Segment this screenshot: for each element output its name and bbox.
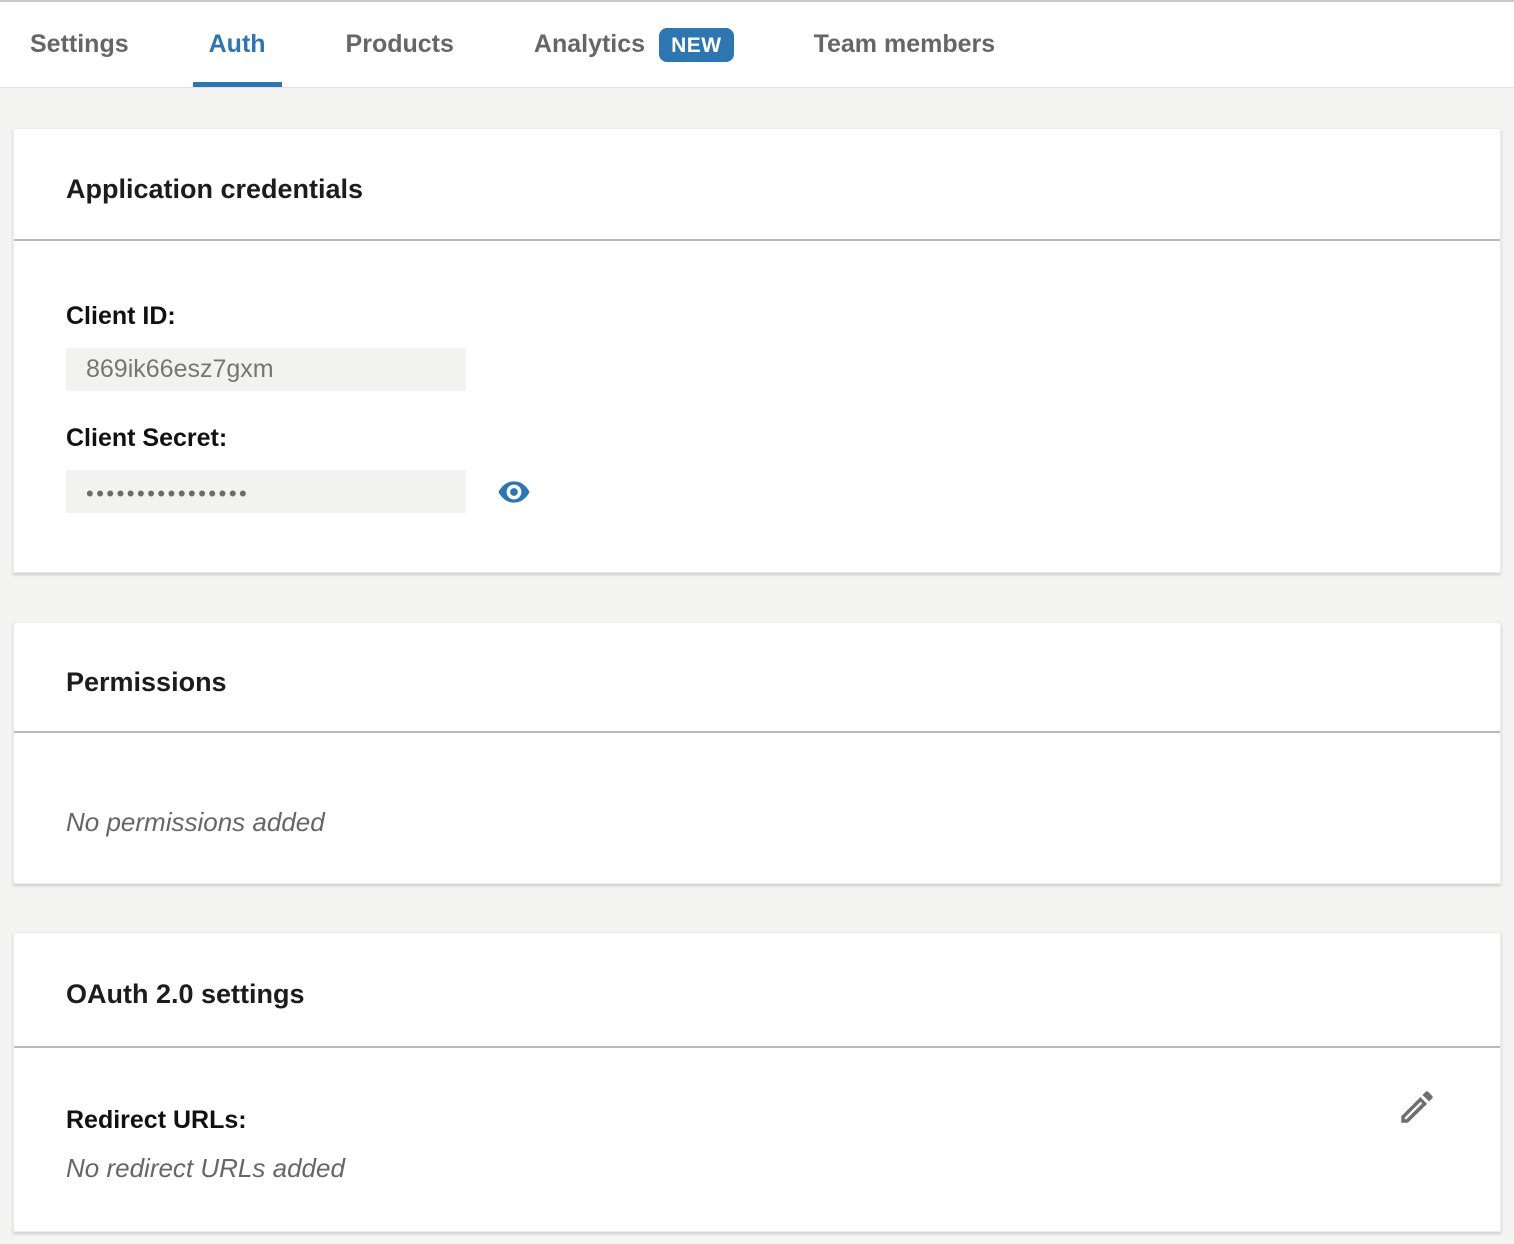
tab-analytics[interactable]: Analytics NEW bbox=[534, 2, 734, 87]
client-secret-field[interactable]: •••••••••••••••• bbox=[66, 470, 466, 513]
tab-settings[interactable]: Settings bbox=[30, 2, 129, 87]
tab-analytics-label: Analytics bbox=[534, 30, 645, 59]
tab-auth-label: Auth bbox=[209, 30, 266, 59]
oauth-settings-card: OAuth 2.0 settings Redirect URLs: No red… bbox=[13, 932, 1501, 1232]
oauth-settings-body: Redirect URLs: No redirect URLs added bbox=[14, 1048, 1500, 1184]
application-credentials-title: Application credentials bbox=[66, 174, 363, 205]
pencil-icon bbox=[1396, 1086, 1438, 1128]
permissions-card: Permissions No permissions added bbox=[13, 622, 1501, 884]
tab-products[interactable]: Products bbox=[346, 2, 454, 87]
oauth-settings-title: OAuth 2.0 settings bbox=[66, 979, 305, 1010]
application-credentials-header: Application credentials bbox=[14, 129, 1500, 241]
client-secret-label: Client Secret: bbox=[66, 424, 1448, 453]
application-credentials-card: Application credentials Client ID: 869ik… bbox=[13, 128, 1501, 573]
tab-team-members-label: Team members bbox=[814, 30, 996, 59]
permissions-header: Permissions bbox=[14, 623, 1500, 733]
new-badge: NEW bbox=[659, 28, 734, 62]
redirect-urls-group: Redirect URLs: No redirect URLs added bbox=[66, 1106, 345, 1184]
client-secret-row: •••••••••••••••• bbox=[66, 470, 1448, 513]
eye-icon bbox=[497, 475, 531, 509]
application-credentials-body: Client ID: 869ik66esz7gxm Client Secret:… bbox=[14, 241, 1500, 513]
tab-team-members[interactable]: Team members bbox=[814, 2, 996, 87]
permissions-body: No permissions added bbox=[14, 733, 1500, 838]
show-secret-button[interactable] bbox=[497, 475, 531, 509]
client-id-field[interactable]: 869ik66esz7gxm bbox=[66, 348, 466, 391]
redirect-urls-empty-message: No redirect URLs added bbox=[66, 1153, 345, 1184]
permissions-empty-message: No permissions added bbox=[66, 807, 1448, 838]
client-id-label: Client ID: bbox=[66, 302, 1448, 331]
tab-auth[interactable]: Auth bbox=[209, 2, 266, 87]
oauth-settings-header: OAuth 2.0 settings bbox=[14, 933, 1500, 1048]
edit-redirect-urls-button[interactable] bbox=[1396, 1086, 1438, 1128]
permissions-title: Permissions bbox=[66, 667, 227, 698]
tab-bar: Settings Auth Products Analytics NEW Tea… bbox=[0, 0, 1514, 88]
tab-settings-label: Settings bbox=[30, 30, 129, 59]
redirect-urls-label: Redirect URLs: bbox=[66, 1106, 345, 1135]
tab-products-label: Products bbox=[346, 30, 454, 59]
